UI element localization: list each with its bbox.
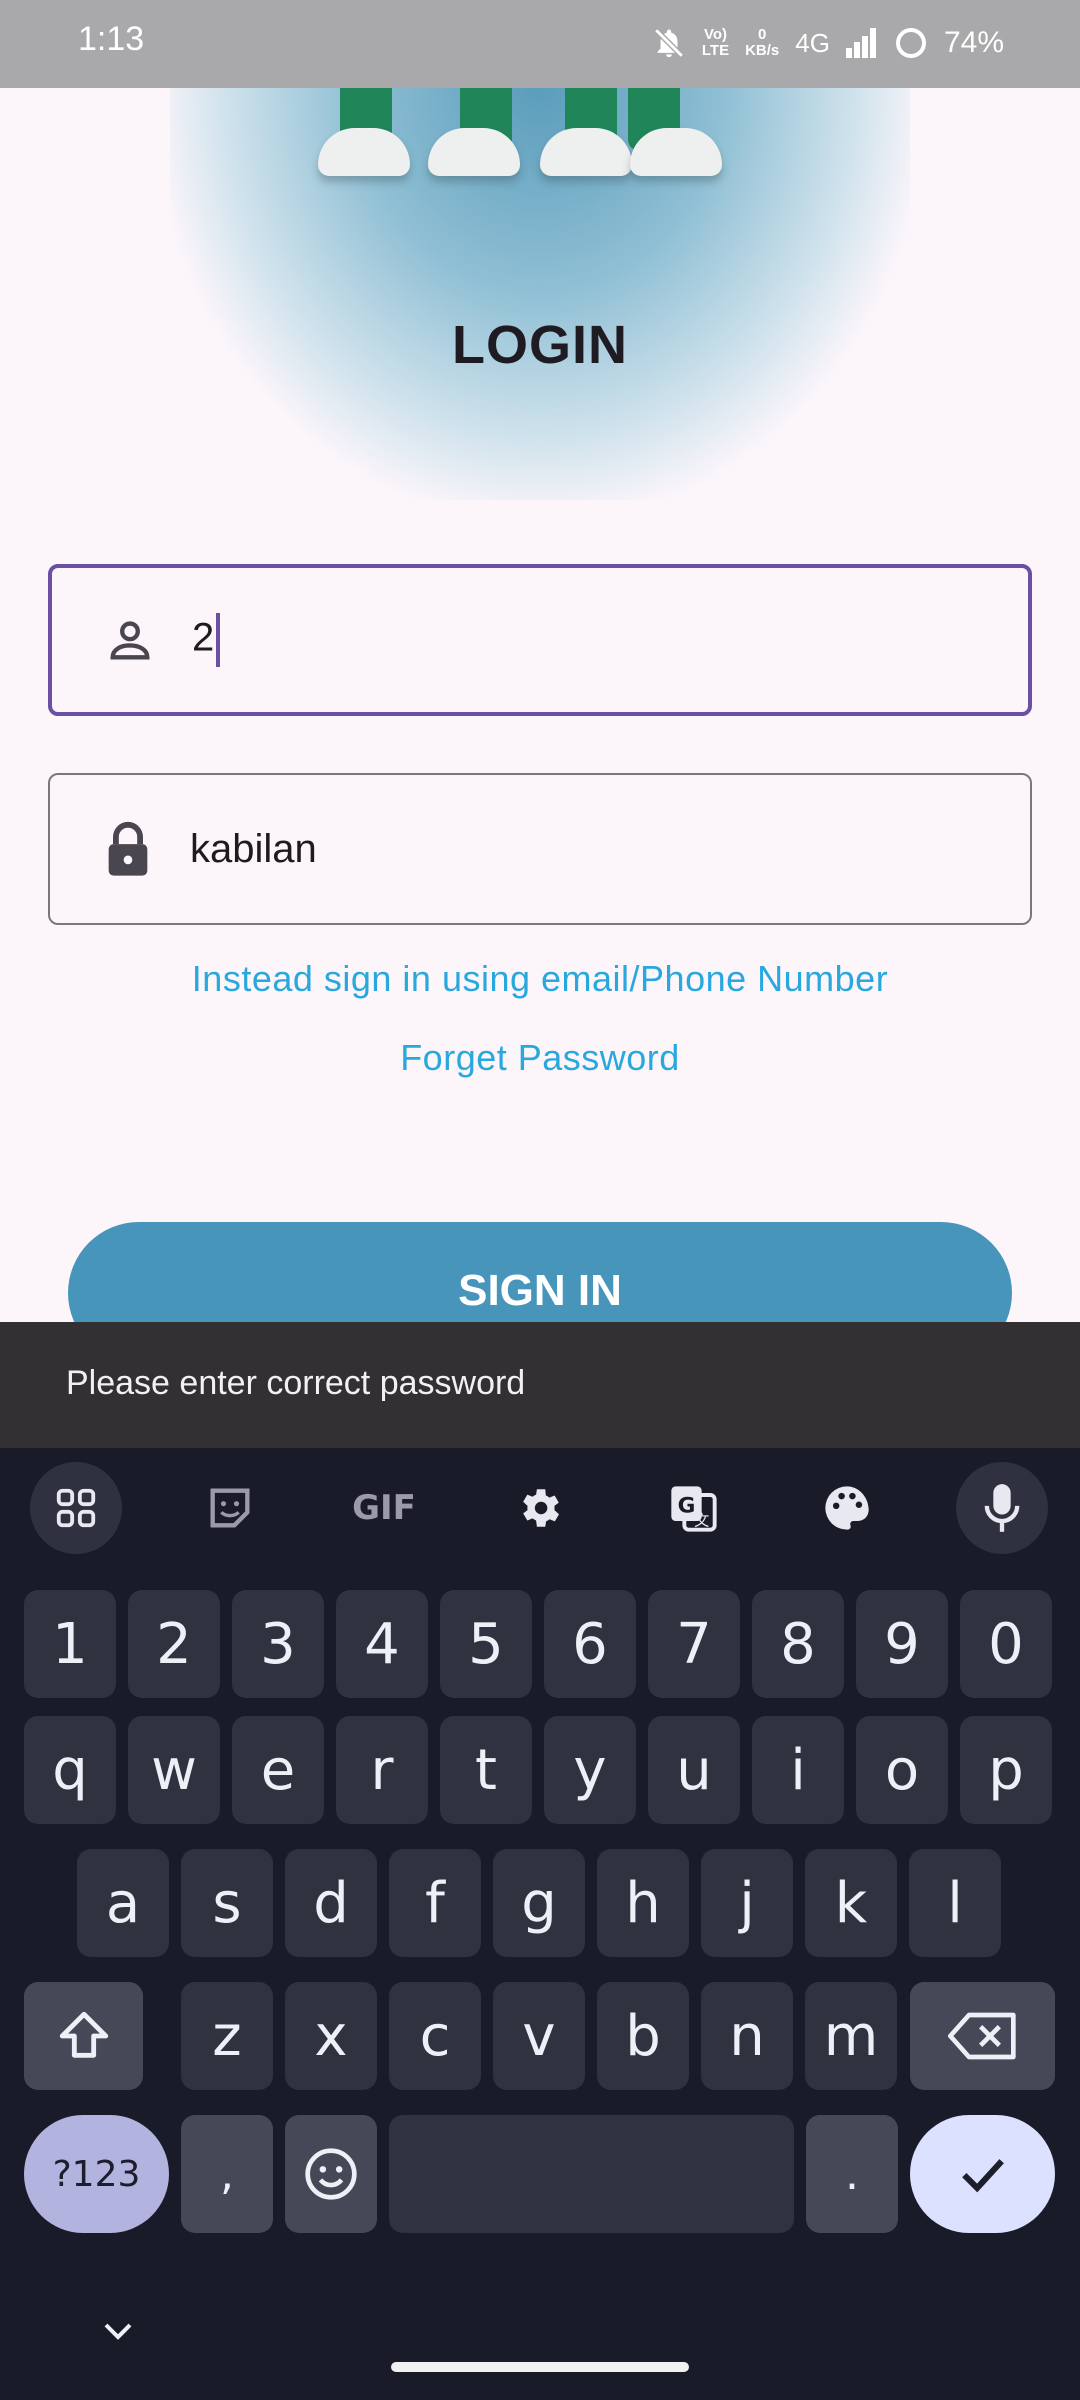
- emoji-key[interactable]: [285, 2115, 377, 2233]
- key-d[interactable]: d: [285, 1849, 377, 1957]
- svg-text:文: 文: [694, 1511, 709, 1529]
- shift-key[interactable]: [24, 1982, 143, 2090]
- palette-icon[interactable]: [801, 1462, 893, 1554]
- apps-grid-icon[interactable]: [30, 1462, 122, 1554]
- key-9[interactable]: 9: [856, 1590, 948, 1698]
- key-s[interactable]: s: [181, 1849, 273, 1957]
- key-8[interactable]: 8: [752, 1590, 844, 1698]
- key-0[interactable]: 0: [960, 1590, 1052, 1698]
- key-y[interactable]: y: [544, 1716, 636, 1824]
- gif-icon[interactable]: GIF: [338, 1462, 430, 1554]
- forgot-password-link[interactable]: Forget Password: [0, 1037, 1080, 1079]
- key-2[interactable]: 2: [128, 1590, 220, 1698]
- battery-percent: 74%: [943, 26, 1004, 59]
- key-h[interactable]: h: [597, 1849, 689, 1957]
- battery-ring-icon: [894, 26, 928, 60]
- figure-shoe: [428, 128, 520, 176]
- period-key[interactable]: .: [806, 2115, 898, 2233]
- key-5[interactable]: 5: [440, 1590, 532, 1698]
- key-4[interactable]: 4: [336, 1590, 428, 1698]
- status-bar: 1:13 Vo) LTE 0 KB/s 4G 74%: [0, 0, 1080, 88]
- key-m[interactable]: m: [805, 1982, 897, 2090]
- network-speed: 0 KB/s: [745, 27, 779, 59]
- key-b[interactable]: b: [597, 1982, 689, 2090]
- key-j[interactable]: j: [701, 1849, 793, 1957]
- key-v[interactable]: v: [493, 1982, 585, 2090]
- home-indicator[interactable]: [391, 2362, 689, 2372]
- backspace-key[interactable]: [910, 1982, 1055, 2090]
- person-icon: [90, 614, 170, 666]
- lte-label: LTE: [701, 42, 730, 59]
- password-input[interactable]: kabilan: [190, 827, 317, 872]
- key-f[interactable]: f: [389, 1849, 481, 1957]
- key-w[interactable]: w: [128, 1716, 220, 1824]
- network-type: 4G: [795, 27, 830, 58]
- chevron-down-icon[interactable]: [98, 2316, 138, 2346]
- username-value: 2: [192, 615, 215, 660]
- speed-unit: KB/s: [745, 42, 780, 59]
- key-c[interactable]: c: [389, 1982, 481, 2090]
- alt-signin-link[interactable]: Instead sign in using email/Phone Number: [0, 958, 1080, 1000]
- key-p[interactable]: p: [960, 1716, 1052, 1824]
- space-key[interactable]: [389, 2115, 794, 2233]
- status-icons: Vo) LTE 0 KB/s 4G 74%: [652, 18, 1004, 68]
- key-6[interactable]: 6: [544, 1590, 636, 1698]
- password-field[interactable]: kabilan: [48, 773, 1032, 925]
- speed-value: 0: [758, 26, 767, 43]
- key-n[interactable]: n: [701, 1982, 793, 2090]
- key-7[interactable]: 7: [648, 1590, 740, 1698]
- username-input[interactable]: 2: [192, 613, 221, 667]
- key-e[interactable]: e: [232, 1716, 324, 1824]
- key-r[interactable]: r: [336, 1716, 428, 1824]
- volte-icon: Vo) LTE: [702, 27, 729, 59]
- key-q[interactable]: q: [24, 1716, 116, 1824]
- key-g[interactable]: g: [493, 1849, 585, 1957]
- symbols-key[interactable]: ?123: [24, 2115, 169, 2233]
- snackbar-message: Please enter correct password: [0, 1322, 1080, 1448]
- signal-icon: [845, 28, 878, 58]
- key-t[interactable]: t: [440, 1716, 532, 1824]
- comma-key[interactable]: ,: [181, 2115, 273, 2233]
- key-o[interactable]: o: [856, 1716, 948, 1824]
- svg-text:G: G: [678, 1493, 696, 1518]
- key-z[interactable]: z: [181, 1982, 273, 2090]
- enter-check-key[interactable]: [910, 2115, 1055, 2233]
- key-i[interactable]: i: [752, 1716, 844, 1824]
- status-time: 1:13: [78, 20, 145, 58]
- figure-shoe: [630, 128, 722, 176]
- text-cursor: [216, 613, 221, 667]
- key-l[interactable]: l: [909, 1849, 1001, 1957]
- bell-off-icon: [652, 25, 686, 61]
- microphone-icon[interactable]: [956, 1462, 1048, 1554]
- key-3[interactable]: 3: [232, 1590, 324, 1698]
- translate-icon[interactable]: G文: [647, 1462, 739, 1554]
- key-k[interactable]: k: [805, 1849, 897, 1957]
- key-a[interactable]: a: [77, 1849, 169, 1957]
- volte-label: Vo): [703, 26, 727, 43]
- figure-shoe: [318, 128, 410, 176]
- page-title: LOGIN: [452, 315, 628, 375]
- key-x[interactable]: x: [285, 1982, 377, 2090]
- username-field[interactable]: 2: [48, 564, 1032, 716]
- figure-shoe: [540, 128, 632, 176]
- sticker-icon[interactable]: [184, 1462, 276, 1554]
- lock-icon: [88, 820, 168, 878]
- key-u[interactable]: u: [648, 1716, 740, 1824]
- key-1[interactable]: 1: [24, 1590, 116, 1698]
- gear-icon[interactable]: [493, 1462, 585, 1554]
